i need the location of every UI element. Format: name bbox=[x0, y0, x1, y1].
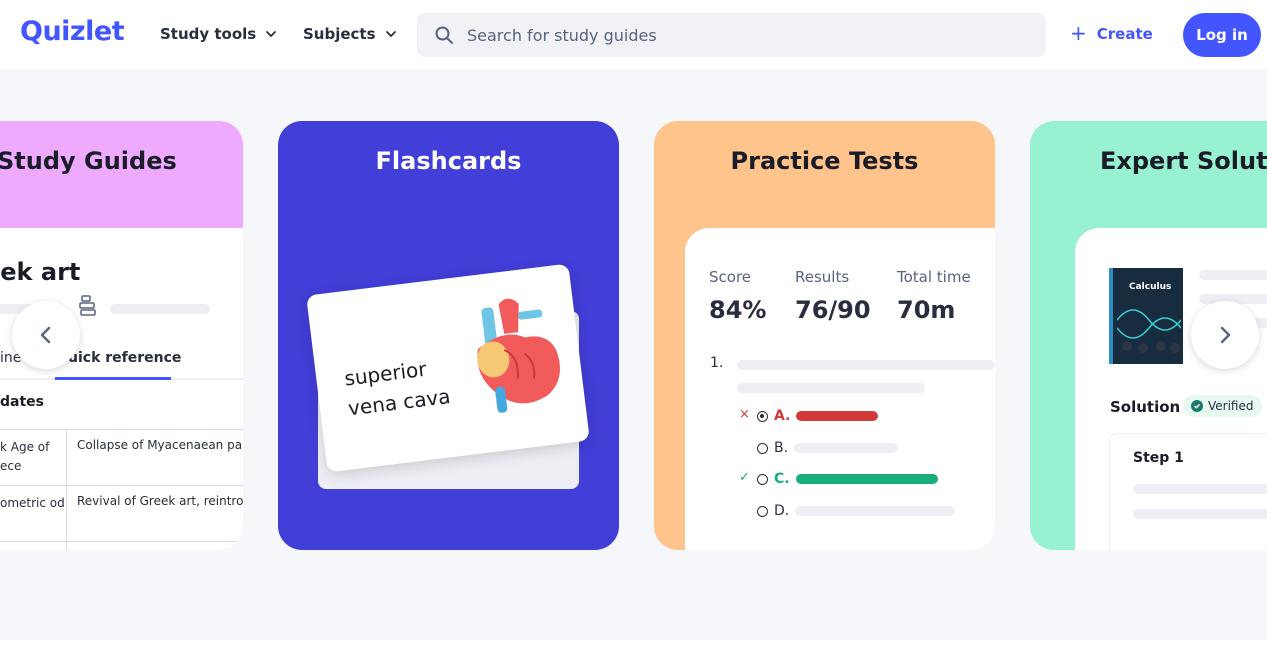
radio-icon bbox=[757, 442, 768, 454]
chevron-down-icon bbox=[385, 31, 396, 37]
table-row: ometric od Revival of Greek art, reintro… bbox=[0, 485, 243, 541]
nav-study-tools[interactable]: Study tools bbox=[160, 25, 278, 43]
placeholder-bar bbox=[1199, 270, 1267, 280]
option-label: C. bbox=[774, 471, 790, 487]
search-input[interactable] bbox=[467, 25, 1007, 45]
cell-divider bbox=[66, 486, 67, 541]
card-title: Study Guides bbox=[0, 147, 177, 175]
study-guide-preview: eek art ine uick reference dates k Age o… bbox=[0, 228, 243, 550]
chevron-left-icon bbox=[40, 326, 51, 344]
option-label: A. bbox=[774, 408, 791, 424]
feature-carousel: Study Guides eek art ine uick reference … bbox=[0, 69, 1267, 640]
carousel-previous-button[interactable] bbox=[12, 301, 80, 369]
cell-divider bbox=[66, 542, 67, 550]
card-title: Flashcards bbox=[375, 147, 522, 175]
step-label: Step 1 bbox=[1133, 450, 1184, 466]
answer-bar bbox=[795, 506, 956, 516]
table-row: k Age of ece Collapse of Myacenaean pal bbox=[0, 429, 243, 485]
solution-step: Step 1 bbox=[1109, 433, 1267, 550]
option-label: D. bbox=[774, 503, 790, 519]
nav-subjects-label: Subjects bbox=[303, 25, 376, 43]
plus-icon: + bbox=[1070, 20, 1087, 45]
expert-solution-preview: Calculus Solution Verified Step 1 bbox=[1075, 228, 1267, 550]
answer-bar bbox=[796, 411, 879, 421]
tab-quick-reference[interactable]: uick reference bbox=[68, 350, 181, 366]
table-cell: Collapse of Myacenaean pal bbox=[77, 438, 243, 452]
question-placeholder-bar bbox=[737, 383, 925, 393]
results-label: Results bbox=[795, 268, 850, 286]
score-label: Score bbox=[709, 268, 752, 286]
total-time-value: 70m bbox=[897, 296, 956, 324]
table-cell: ometric od bbox=[0, 496, 65, 510]
incorrect-mark-icon: × bbox=[739, 407, 750, 422]
flashcard-front: superior vena cava bbox=[306, 263, 590, 473]
page: Quizlet Study tools Subjects + Create Lo… bbox=[0, 0, 1267, 647]
search-icon bbox=[435, 26, 453, 44]
active-tab-indicator bbox=[55, 377, 171, 380]
login-button[interactable]: Log in bbox=[1183, 13, 1261, 57]
question-number: 1. bbox=[710, 355, 724, 371]
book-stack-icon bbox=[79, 295, 96, 316]
graph-illustration-icon bbox=[1117, 309, 1181, 353]
table-row bbox=[0, 541, 243, 550]
quizlet-logo[interactable]: Quizlet bbox=[20, 16, 125, 47]
verified-check-icon bbox=[1191, 400, 1203, 412]
total-time-label: Total time bbox=[897, 268, 971, 286]
placeholder-bar bbox=[1133, 509, 1267, 519]
answer-option-c[interactable]: C. bbox=[757, 471, 938, 487]
solution-label: Solution bbox=[1110, 398, 1181, 416]
chevron-down-icon bbox=[266, 31, 277, 37]
verified-label: Verified bbox=[1208, 399, 1254, 413]
section-heading: dates bbox=[0, 394, 44, 410]
create-button[interactable]: + Create bbox=[1070, 20, 1153, 45]
card-title: Practice Tests bbox=[730, 147, 919, 175]
answer-bar bbox=[795, 474, 938, 484]
option-label: B. bbox=[774, 440, 789, 456]
textbook-cover: Calculus bbox=[1109, 268, 1183, 364]
answer-option-d[interactable]: D. bbox=[757, 503, 956, 519]
score-value: 84% bbox=[709, 296, 767, 324]
question-placeholder-bar bbox=[737, 360, 995, 370]
radio-icon bbox=[757, 473, 768, 485]
chevron-right-icon bbox=[1220, 326, 1231, 344]
nav-study-tools-label: Study tools bbox=[160, 25, 257, 43]
search-bar[interactable] bbox=[417, 13, 1046, 57]
placeholder-bar bbox=[1133, 484, 1267, 494]
cell-divider bbox=[66, 430, 67, 485]
nav-subjects[interactable]: Subjects bbox=[303, 25, 398, 43]
answer-option-b[interactable]: B. bbox=[757, 440, 899, 456]
carousel-next-button[interactable] bbox=[1191, 301, 1259, 369]
table-cell: k Age of ece bbox=[0, 440, 50, 473]
create-label: Create bbox=[1096, 25, 1153, 43]
study-guide-heading: eek art bbox=[0, 258, 81, 286]
verified-badge: Verified bbox=[1183, 395, 1262, 417]
practice-tests-card[interactable]: Practice Tests Score 84% Results 76/90 T… bbox=[654, 121, 995, 550]
flashcards-card[interactable]: Flashcards superior vena cava bbox=[278, 121, 619, 550]
table-cell: Revival of Greek art, reintroc bbox=[77, 494, 243, 508]
placeholder-bar bbox=[110, 304, 210, 314]
practice-test-preview: Score 84% Results 76/90 Total time 70m 1… bbox=[685, 228, 995, 550]
card-title: Expert Solutio bbox=[1100, 147, 1267, 175]
answer-bar bbox=[794, 443, 899, 453]
correct-mark-icon: ✓ bbox=[739, 470, 750, 485]
answer-option-a[interactable]: A. bbox=[757, 408, 879, 424]
top-header: Quizlet Study tools Subjects + Create Lo… bbox=[0, 0, 1267, 69]
radio-selected-icon bbox=[757, 410, 768, 422]
heart-illustration-icon bbox=[477, 298, 560, 413]
radio-icon bbox=[757, 505, 768, 517]
flashcard-term: superior vena cava bbox=[343, 351, 452, 423]
results-value: 76/90 bbox=[795, 296, 871, 324]
textbook-title: Calculus bbox=[1129, 282, 1172, 292]
